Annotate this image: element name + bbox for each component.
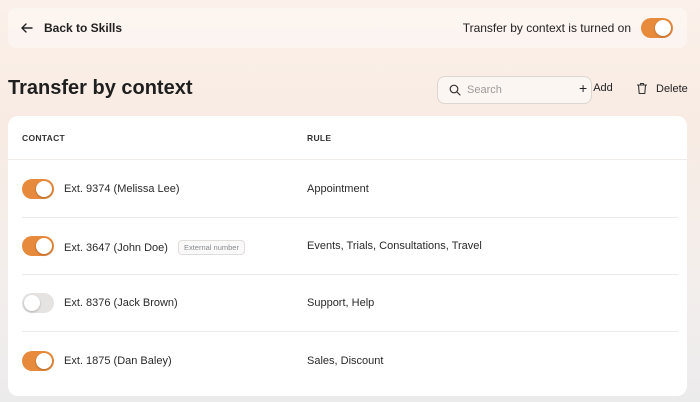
table-header: CONTACT RULE [8, 116, 687, 160]
column-header-contact: CONTACT [22, 133, 66, 143]
toggle-knob [655, 20, 671, 36]
table-row[interactable]: Ext. 3647 (John Doe) External number Event… [22, 218, 678, 275]
row-toggle[interactable] [22, 236, 54, 256]
page-title: Transfer by context [8, 77, 193, 99]
add-button[interactable]: + Add [579, 80, 613, 96]
rule-cell: Appointment [307, 183, 369, 195]
rule-cell: Events, Trials, Consultations, Travel [307, 240, 482, 252]
contacts-table: CONTACT RULE Ext. 9374 (Melissa Lee) Appo… [8, 116, 687, 396]
row-toggle[interactable] [22, 179, 54, 199]
contact-name: Ext. 1875 (Dan Baley) [64, 355, 172, 367]
rule-cell: Sales, Discount [307, 355, 384, 367]
feature-toggle[interactable] [641, 18, 673, 38]
back-label: Back to Skills [44, 21, 123, 35]
search-input[interactable] [467, 84, 567, 96]
toggle-knob [36, 181, 52, 197]
table-row[interactable]: Ext. 1875 (Dan Baley) Sales, Discount [22, 333, 678, 390]
row-toggle[interactable] [22, 293, 54, 313]
column-header-rule: RULE [307, 133, 332, 143]
contact-name: Ext. 8376 (Jack Brown) [64, 297, 178, 309]
arrow-left-icon [21, 23, 33, 33]
search-box[interactable] [437, 76, 592, 104]
delete-label: Delete [656, 82, 688, 95]
contact-name: Ext. 3647 (John Doe) [64, 241, 168, 254]
contact-cell: Ext. 3647 (John Doe) External number [64, 240, 245, 255]
contact-cell: Ext. 8376 (Jack Brown) [64, 297, 178, 309]
search-icon [449, 84, 461, 96]
status-text: Transfer by context is turned on [462, 21, 631, 35]
feature-status: Transfer by context is turned on [463, 18, 673, 38]
contact-cell: Ext. 1875 (Dan Baley) [64, 355, 172, 367]
contact-name: Ext. 9374 (Melissa Lee) [64, 183, 180, 195]
table-row[interactable]: Ext. 8376 (Jack Brown) Support, Help [22, 275, 678, 332]
row-toggle[interactable] [22, 351, 54, 371]
external-number-badge: External number [177, 240, 245, 255]
toggle-knob [36, 353, 52, 369]
add-label: Add [593, 82, 613, 94]
toggle-knob [24, 295, 40, 311]
toggle-knob [36, 238, 52, 254]
trash-icon [637, 82, 647, 95]
rule-cell: Support, Help [307, 297, 375, 309]
top-bar: Back to Skills Transfer by context is tu… [8, 8, 687, 48]
back-to-skills-button[interactable]: Back to Skills [20, 21, 122, 35]
table-row[interactable]: Ext. 9374 (Melissa Lee) Appointment [22, 161, 678, 218]
plus-icon: + [579, 80, 588, 96]
contact-cell: Ext. 9374 (Melissa Lee) [64, 183, 180, 195]
delete-button[interactable]: Delete [636, 82, 688, 95]
